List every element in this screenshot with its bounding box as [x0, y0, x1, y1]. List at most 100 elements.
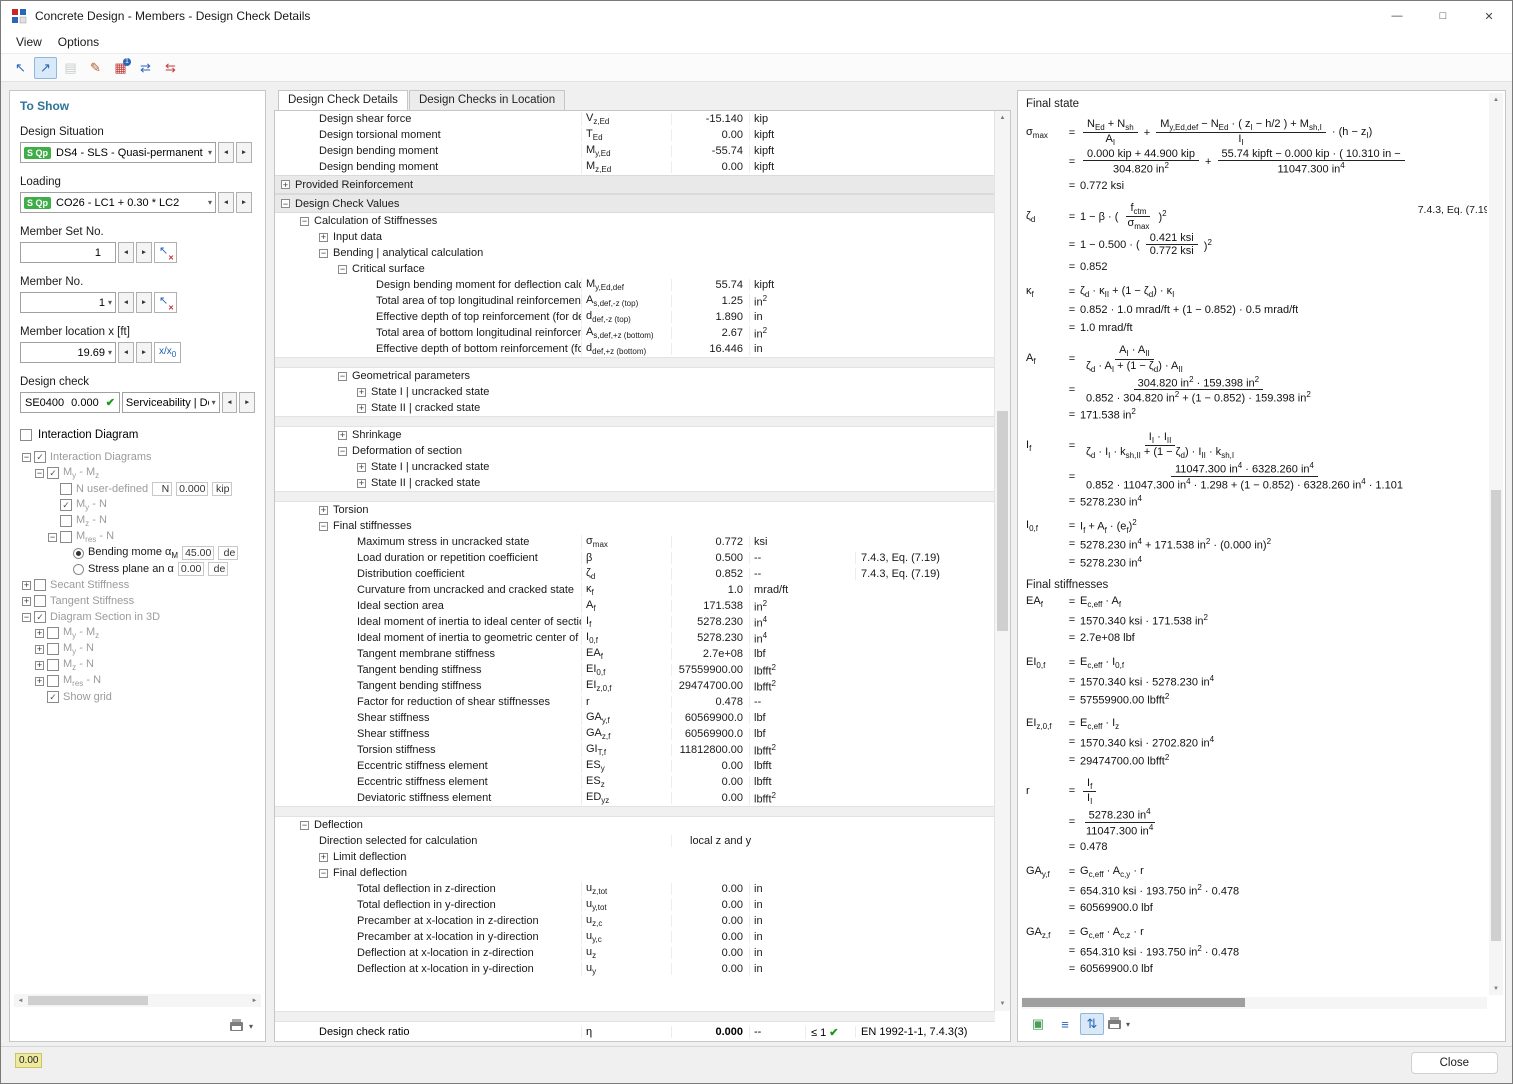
- table-row[interactable]: − Calculation of Stiffnesses: [275, 213, 995, 229]
- design-situation-select[interactable]: S Qp DS4 - SLS - Quasi-permanent ▾: [20, 142, 216, 163]
- table-row[interactable]: − Design Check Values: [275, 194, 995, 213]
- tree-item[interactable]: − ✓ Interaction Diagrams: [20, 449, 255, 465]
- expand-toggle-icon[interactable]: +: [22, 580, 31, 590]
- table-row[interactable]: − Final stiffnesses: [275, 518, 995, 534]
- select-check-location-icon[interactable]: ↖: [9, 57, 32, 79]
- tree-item[interactable]: ✓ My - N: [20, 497, 255, 513]
- table-row[interactable]: − Bending | analytical calculation: [275, 245, 995, 261]
- checkbox[interactable]: [34, 595, 46, 607]
- scroll-thumb[interactable]: [28, 996, 148, 1005]
- checkbox[interactable]: [47, 659, 59, 671]
- pick-member-graphically-button[interactable]: ↖ ✕: [154, 292, 177, 313]
- expand-toggle-icon[interactable]: −: [35, 468, 44, 478]
- table-row[interactable]: Precamber at x-location in y-direction uy…: [275, 929, 995, 945]
- expand-toggle-icon[interactable]: +: [319, 232, 328, 242]
- checkbox[interactable]: [60, 531, 72, 543]
- design-check-next-button[interactable]: ►: [239, 392, 255, 413]
- member-set-prev-button[interactable]: ◄: [118, 242, 134, 263]
- x-x0-toggle[interactable]: x/x0: [154, 342, 182, 363]
- radio-button[interactable]: [73, 547, 84, 559]
- table-row[interactable]: − Deflection: [275, 817, 995, 833]
- table-row[interactable]: Design bending moment Mz,Ed 0.00 kipft: [275, 159, 995, 175]
- table-row[interactable]: Deflection at x-location in z-direction u…: [275, 945, 995, 961]
- expand-toggle-icon[interactable]: −: [319, 248, 328, 258]
- loading-next-button[interactable]: ►: [236, 192, 252, 213]
- tree-item[interactable]: − ✓ My - Mz: [20, 465, 255, 481]
- formula-horizontal-scrollbar[interactable]: [1022, 997, 1487, 1009]
- import-values-icon[interactable]: ⇄: [134, 57, 157, 79]
- menu-view[interactable]: View: [9, 33, 49, 51]
- table-row[interactable]: − Critical surface: [275, 261, 995, 277]
- expand-toggle-icon[interactable]: −: [319, 521, 328, 531]
- radio-button[interactable]: [73, 563, 84, 575]
- tree-item[interactable]: Bending mome αM 45.00 de: [20, 545, 255, 561]
- expand-toggle-icon[interactable]: +: [35, 676, 44, 686]
- table-row[interactable]: Ideal section area Af 171.538 in2: [275, 598, 995, 614]
- expand-toggle-icon[interactable]: +: [35, 660, 44, 670]
- tree-item-field[interactable]: 0.00: [177, 562, 205, 576]
- member-no-prev-button[interactable]: ◄: [118, 292, 134, 313]
- member-location-prev-button[interactable]: ◄: [118, 342, 134, 363]
- menu-options[interactable]: Options: [51, 33, 106, 51]
- table-row[interactable]: Ideal moment of inertia to ideal center …: [275, 614, 995, 630]
- table-row[interactable]: Distribution coefficient ζd 0.852 -- 7.4.3, …: [275, 566, 995, 582]
- table-row[interactable]: Ideal moment of inertia to geometric cen…: [275, 630, 995, 646]
- expand-toggle-icon[interactable]: −: [319, 868, 328, 878]
- expand-toggle-icon[interactable]: −: [338, 446, 347, 456]
- expand-toggle-icon[interactable]: +: [357, 462, 366, 472]
- table-row[interactable]: Load duration or repetition coefficient β…: [275, 550, 995, 566]
- expand-toggle-icon[interactable]: −: [22, 612, 31, 622]
- expand-toggle-icon[interactable]: +: [319, 505, 328, 515]
- design-situation-next-button[interactable]: ►: [236, 142, 252, 163]
- table-row[interactable]: Total area of bottom longitudinal reinfo…: [275, 325, 995, 341]
- member-location-next-button[interactable]: ►: [136, 342, 152, 363]
- tree-item[interactable]: + Mres - N: [20, 673, 255, 689]
- checkbox[interactable]: [47, 675, 59, 687]
- table-row[interactable]: − Deformation of section: [275, 443, 995, 459]
- swap-direction-icon[interactable]: ⇆: [159, 57, 182, 79]
- scroll-right-icon[interactable]: ►: [248, 994, 261, 1007]
- table-row[interactable]: + Torsion: [275, 502, 995, 518]
- table-row[interactable]: Tangent bending stiffness EI0,f 57559900.0…: [275, 662, 995, 678]
- expand-toggle-icon[interactable]: +: [35, 628, 44, 638]
- table-row[interactable]: Direction selected for calculation local …: [275, 833, 995, 849]
- checkbox[interactable]: [60, 483, 72, 495]
- tree-item-field[interactable]: 0.000: [176, 482, 209, 496]
- expand-toggle-icon[interactable]: −: [48, 532, 57, 542]
- tab-design-checks-in-location[interactable]: Design Checks in Location: [408, 90, 566, 110]
- expand-toggle-icon[interactable]: +: [281, 180, 290, 189]
- loading-prev-button[interactable]: ◄: [218, 192, 234, 213]
- tree-item[interactable]: + Secant Stiffness: [20, 577, 255, 593]
- expand-toggle-icon[interactable]: −: [338, 264, 347, 274]
- close-window-button[interactable]: ✕: [1466, 1, 1512, 31]
- table-row[interactable]: + Limit deflection: [275, 849, 995, 865]
- edit-design-parameters-icon[interactable]: ✎: [84, 57, 107, 79]
- table-row[interactable]: Tangent membrane stiffness EAf 2.7e+08 lbf: [275, 646, 995, 662]
- checkbox[interactable]: [47, 643, 59, 655]
- pick-in-graphic-icon[interactable]: ↗: [34, 56, 57, 79]
- expand-toggle-icon[interactable]: +: [35, 644, 44, 654]
- table-row[interactable]: + Shrinkage: [275, 427, 995, 443]
- scroll-thumb[interactable]: [1022, 998, 1246, 1007]
- design-check-prev-button[interactable]: ◄: [221, 392, 238, 413]
- tree-item[interactable]: − ✓ Diagram Section in 3D: [20, 609, 255, 625]
- tree-item[interactable]: Mz - N: [20, 513, 255, 529]
- table-row[interactable]: Design torsional moment TEd 0.00 kipft: [275, 127, 995, 143]
- interaction-diagram-checkbox[interactable]: [20, 429, 32, 441]
- table-row[interactable]: − Final deflection: [275, 865, 995, 881]
- design-check-type-select[interactable]: Serviceability | Defl... ▾: [121, 392, 220, 413]
- expand-toggle-icon[interactable]: +: [357, 478, 366, 488]
- print-button[interactable]: ▾: [1107, 1013, 1131, 1035]
- member-no-next-button[interactable]: ►: [136, 292, 152, 313]
- table-row[interactable]: + State I | uncracked state: [275, 384, 995, 400]
- member-set-next-button[interactable]: ►: [136, 242, 152, 263]
- table-row[interactable]: Total deflection in y-direction uy,tot 0.0…: [275, 897, 995, 913]
- center-vertical-scrollbar[interactable]: ▲ ▼: [994, 111, 1010, 1011]
- scroll-left-icon[interactable]: ◄: [14, 994, 27, 1007]
- expand-toggle-icon[interactable]: −: [300, 216, 309, 226]
- expand-toggle-icon[interactable]: +: [319, 852, 328, 862]
- expand-toggle-icon[interactable]: +: [357, 403, 366, 413]
- member-no-select[interactable]: 1 ▾: [20, 292, 116, 313]
- close-button[interactable]: Close: [1410, 1052, 1498, 1074]
- table-row[interactable]: Factor for reduction of shear stiffnesse…: [275, 694, 995, 710]
